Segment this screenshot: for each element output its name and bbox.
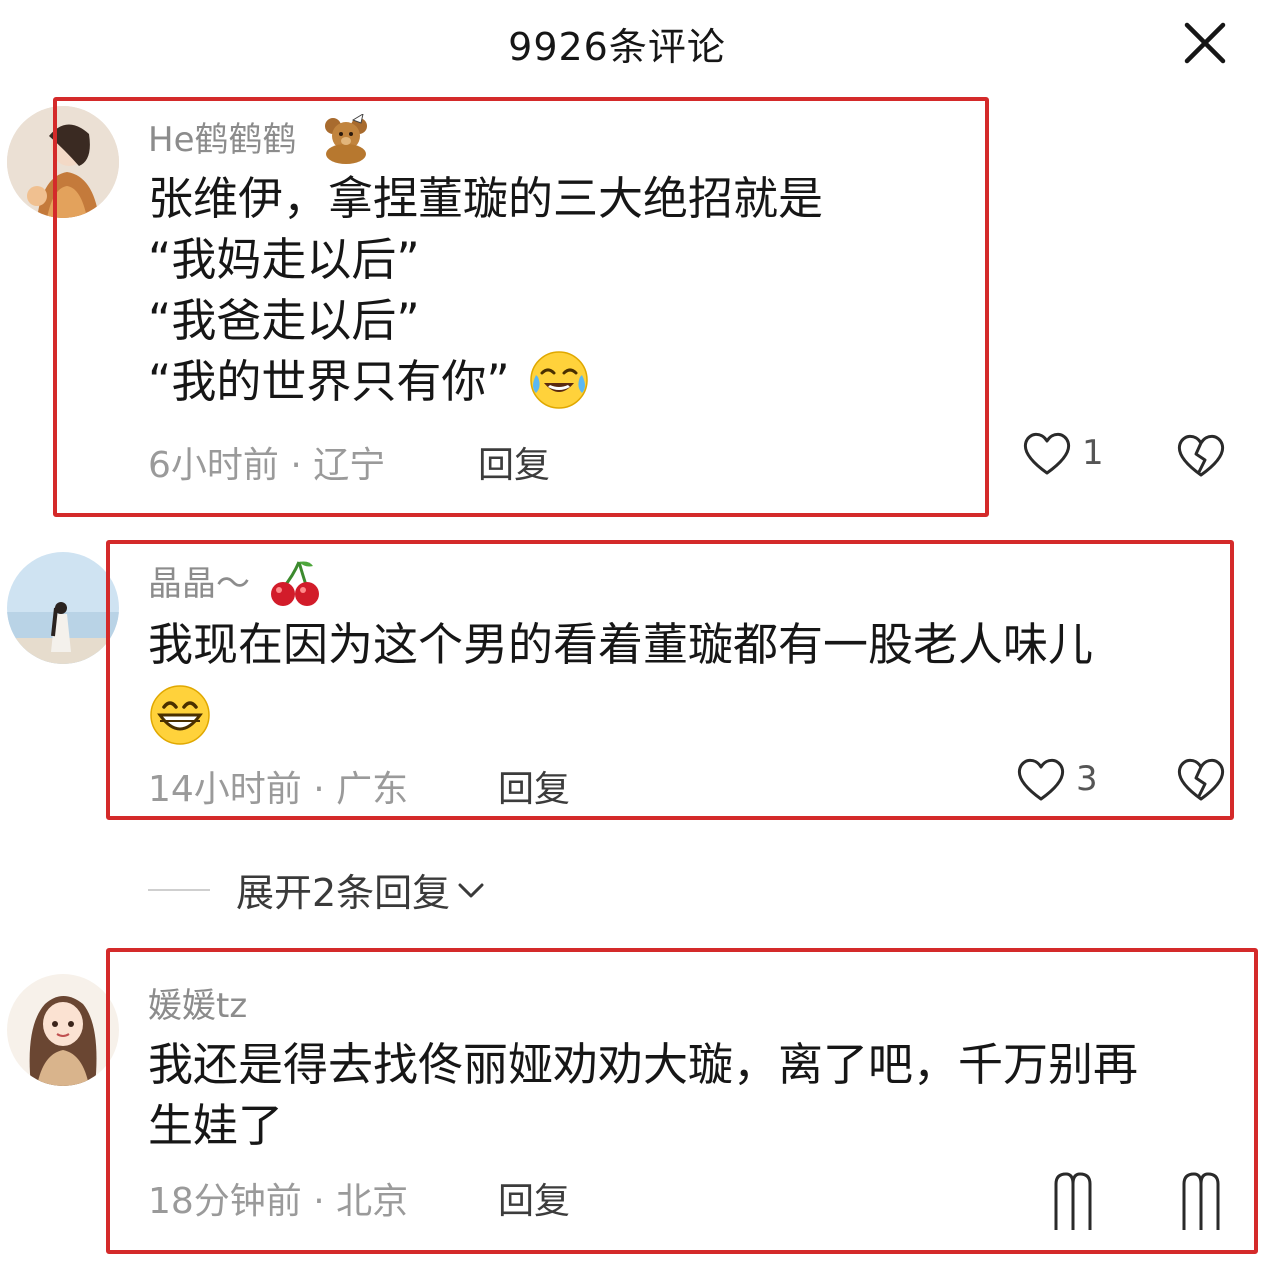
avatar[interactable]	[7, 974, 119, 1086]
highlight-box	[106, 948, 1258, 1254]
comment-item: 媛媛tz 我还是得去找佟丽娅劝劝大璇，离了吧，千万别再 生娃了 18分钟前 · …	[0, 0, 1280, 1272]
